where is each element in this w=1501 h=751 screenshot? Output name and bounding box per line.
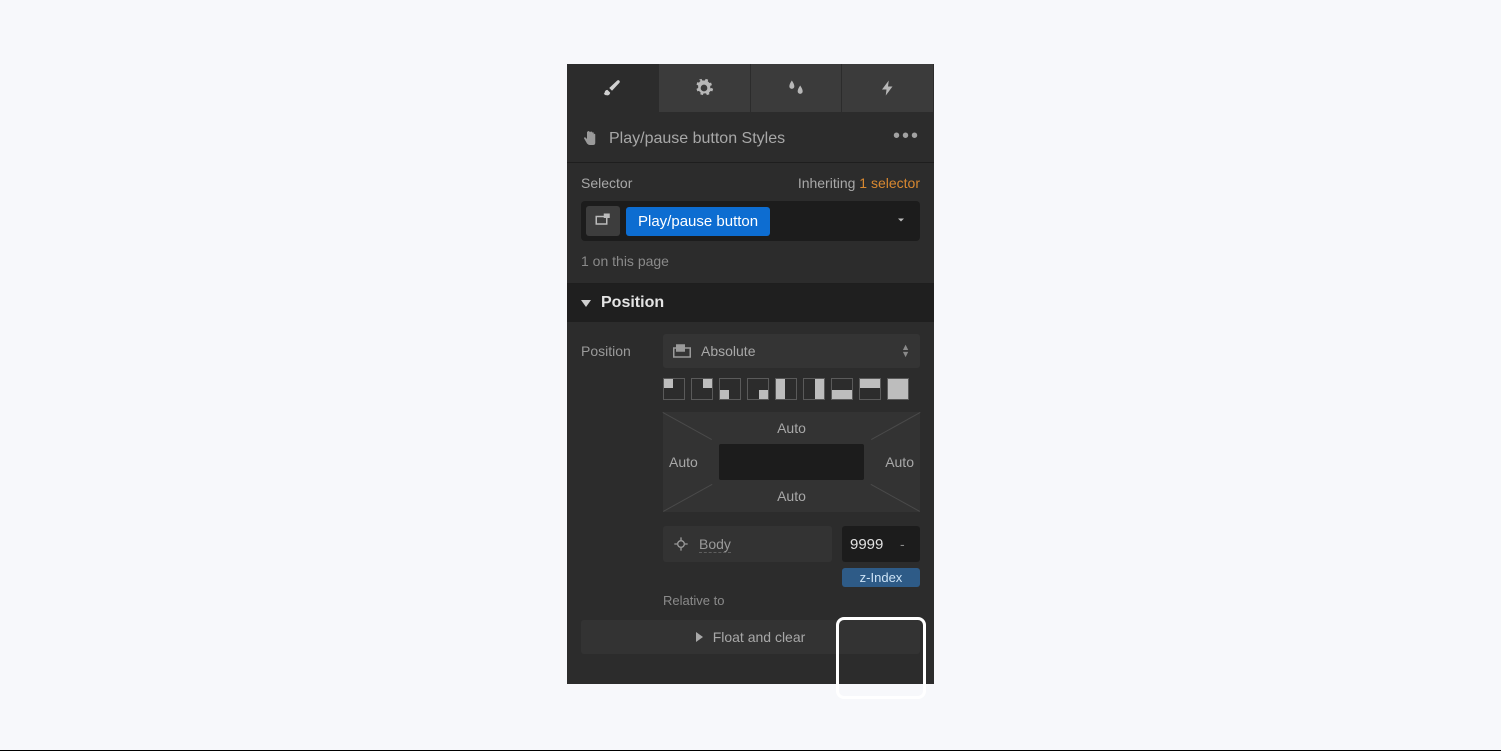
position-presets	[663, 378, 920, 400]
state-icon	[594, 212, 612, 230]
class-chip[interactable]: Play/pause button	[626, 207, 770, 236]
float-clear-toggle[interactable]: Float and clear	[581, 620, 920, 654]
relative-to-value: Body	[699, 536, 731, 553]
zindex-label: z-Index	[842, 568, 920, 587]
gear-icon	[694, 78, 714, 98]
position-section-title: Position	[601, 294, 664, 312]
position-label: Position	[581, 343, 649, 359]
caret-down-icon	[895, 214, 907, 226]
inheriting-count: 1 selector	[859, 175, 920, 191]
zindex-unit[interactable]: -	[900, 536, 905, 552]
selector-row: Selector Inheriting 1 selector	[567, 163, 934, 195]
selector-input[interactable]: Play/pause button	[581, 201, 920, 241]
position-icon	[673, 344, 691, 358]
relative-zindex-row: Body - z-Index	[663, 526, 920, 587]
inheriting-text[interactable]: Inheriting 1 selector	[798, 175, 920, 191]
offset-right[interactable]: Auto	[885, 454, 914, 470]
offset-center[interactable]	[719, 444, 864, 480]
preset-full[interactable]	[887, 378, 909, 400]
droplets-icon	[786, 78, 806, 98]
panel-title: Play/pause button Styles	[609, 130, 883, 148]
target-icon	[673, 536, 689, 552]
position-section-header[interactable]: Position	[567, 284, 934, 322]
relative-to-label: Relative to	[663, 593, 920, 608]
select-stepper-icon: ▲▼	[901, 344, 910, 358]
collapse-caret-icon	[581, 300, 591, 307]
state-button[interactable]	[586, 206, 620, 236]
panel-tabs	[567, 64, 934, 112]
float-clear-label: Float and clear	[713, 629, 806, 645]
relative-to-select[interactable]: Body	[663, 526, 832, 562]
selector-page-count: 1 on this page	[567, 245, 934, 284]
caret-right-icon	[696, 632, 703, 642]
effects-tab[interactable]	[751, 64, 843, 112]
more-menu-button[interactable]: •••	[893, 126, 920, 146]
position-offsets: Auto Auto Auto Auto	[663, 412, 920, 512]
style-tab[interactable]	[567, 64, 659, 112]
offset-left[interactable]: Auto	[669, 454, 698, 470]
preset-top[interactable]	[859, 378, 881, 400]
zindex-input[interactable]	[850, 536, 896, 553]
preset-bottom-right[interactable]	[747, 378, 769, 400]
brush-icon	[601, 77, 623, 99]
interactions-tab[interactable]	[842, 64, 934, 112]
selector-dropdown-toggle[interactable]	[895, 213, 907, 229]
offset-top[interactable]: Auto	[663, 420, 920, 436]
position-section-body: Position Absolute ▲▼ Auto Auto	[567, 322, 934, 620]
preset-left[interactable]	[775, 378, 797, 400]
style-panel: Play/pause button Styles ••• Selector In…	[567, 64, 934, 684]
preset-top-left[interactable]	[663, 378, 685, 400]
position-type-row: Position Absolute ▲▼	[581, 334, 920, 368]
selector-label: Selector	[581, 175, 632, 191]
preset-top-right[interactable]	[691, 378, 713, 400]
settings-tab[interactable]	[659, 64, 751, 112]
preset-bottom[interactable]	[831, 378, 853, 400]
inheriting-prefix: Inheriting	[798, 175, 859, 191]
preset-bottom-left[interactable]	[719, 378, 741, 400]
panel-header: Play/pause button Styles •••	[567, 112, 934, 163]
bolt-icon	[879, 79, 897, 97]
position-select[interactable]: Absolute ▲▼	[663, 334, 920, 368]
hand-icon	[581, 130, 599, 148]
position-value: Absolute	[701, 343, 891, 359]
zindex-block: - z-Index	[842, 526, 920, 587]
offset-bottom[interactable]: Auto	[663, 488, 920, 504]
zindex-input-box[interactable]: -	[842, 526, 920, 562]
preset-right[interactable]	[803, 378, 825, 400]
